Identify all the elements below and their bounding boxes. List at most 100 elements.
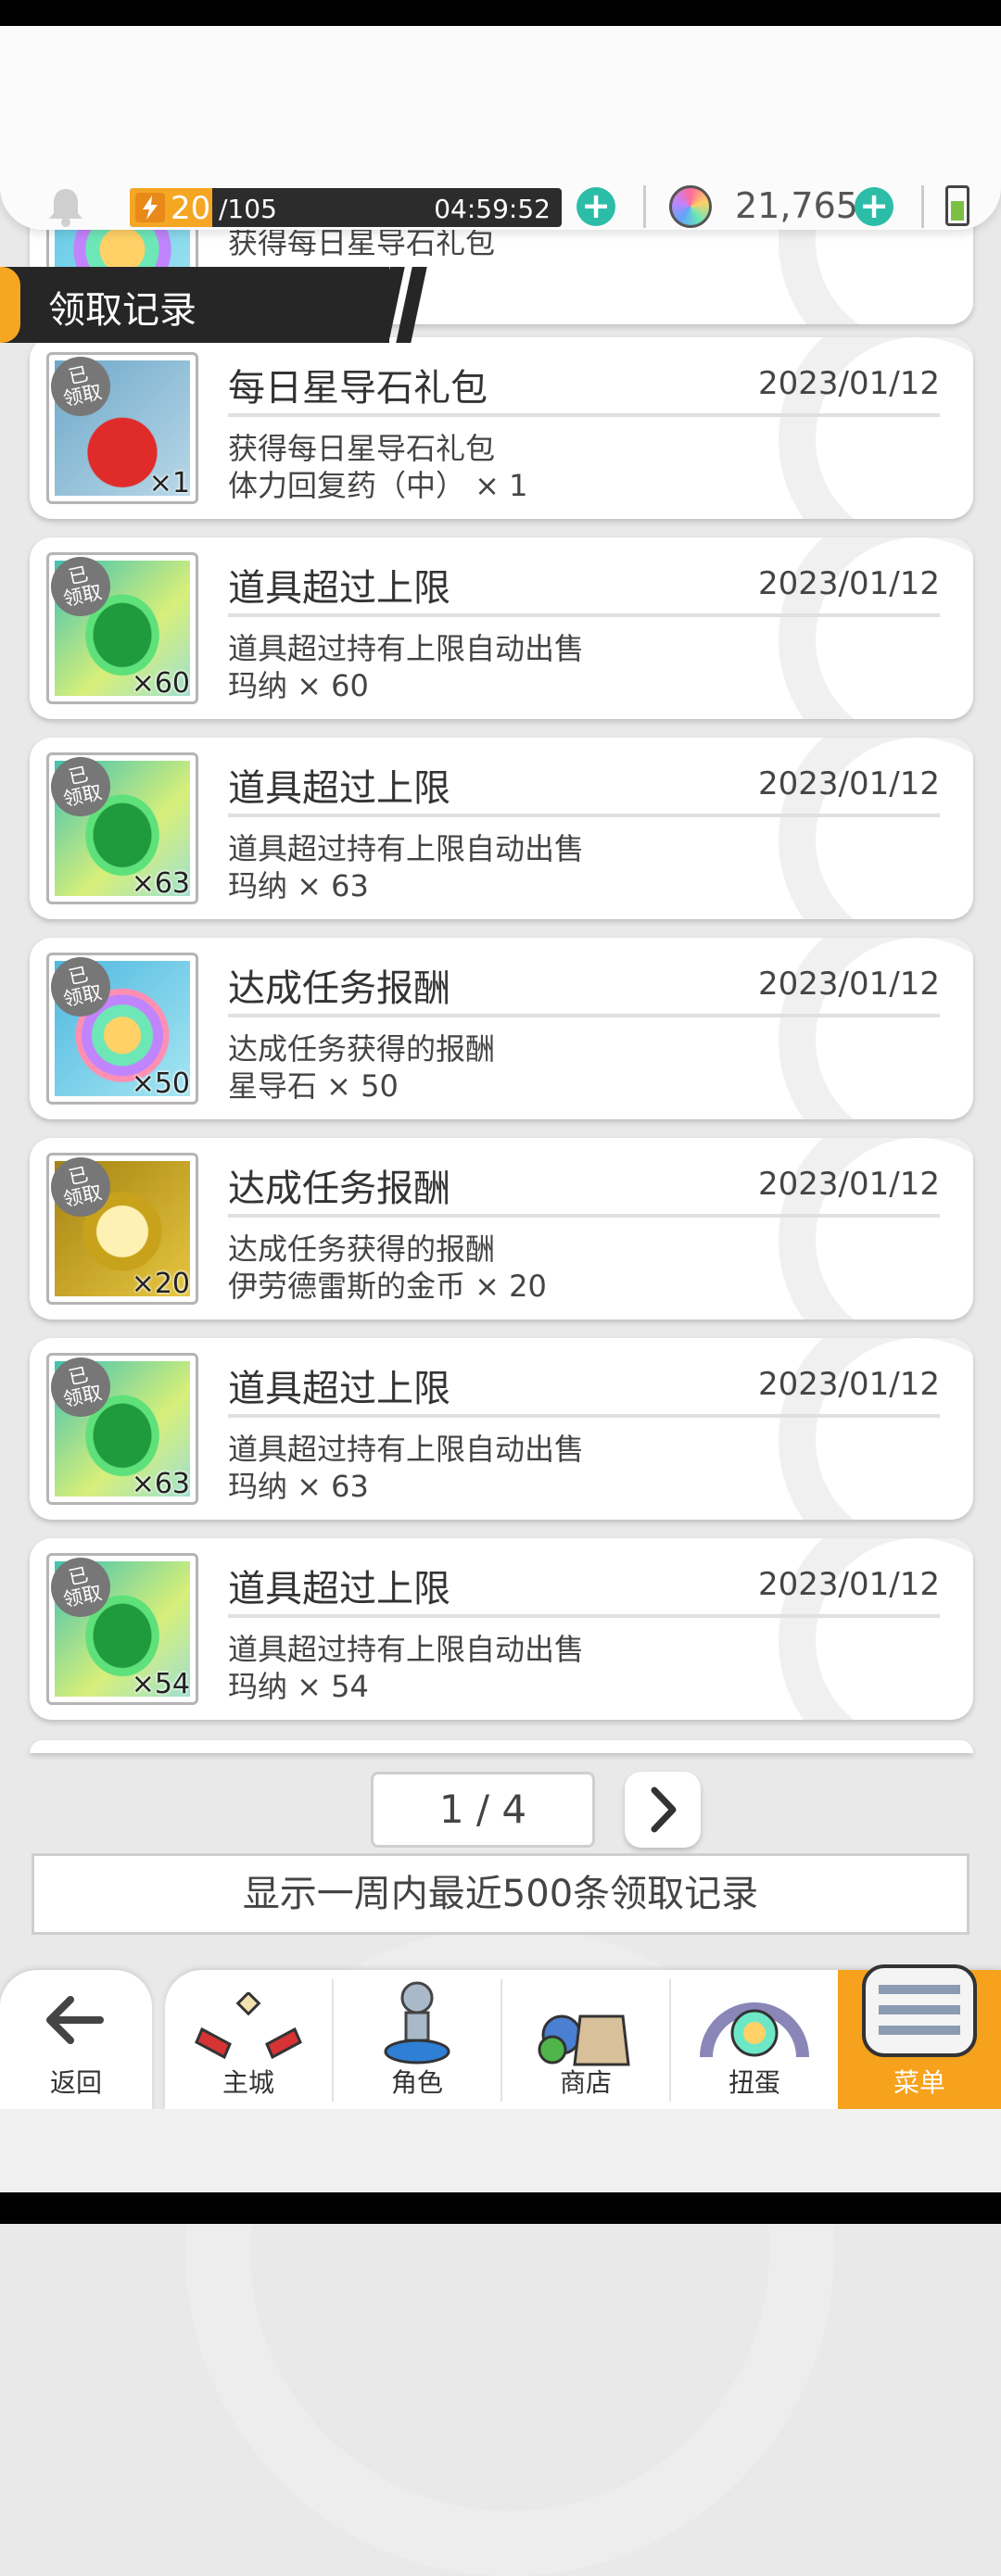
record-desc-line2: 玛纳 × 63 — [228, 1469, 369, 1504]
record-desc-line1: 道具超过持有上限自动出售 — [228, 631, 585, 666]
card-divider — [228, 1214, 940, 1218]
record-card: 已领取 ×50 达成任务报酬 2023/01/12 达成任务获得的报酬 星导石 × 50 — [30, 938, 973, 1119]
character-icon — [384, 1981, 450, 2065]
menu-icon — [862, 1964, 977, 2057]
item-icon-frame[interactable]: 已领取 ×63 — [46, 1353, 198, 1505]
record-desc-line1: 达成任务获得的报酬 — [228, 1031, 496, 1067]
record-card: 已领取 ×60 道具超过上限 2023/01/12 道具超过持有上限自动出售 玛纳 × 6… — [30, 537, 973, 719]
record-desc-line1: 道具超过持有上限自动出售 — [228, 1632, 585, 1667]
record-desc-line2: 体力回复药（中） × 1 — [228, 468, 528, 503]
nav-item-main-city[interactable]: 主城 — [165, 1970, 332, 2111]
banner-accent — [0, 267, 20, 343]
card-divider — [228, 814, 940, 817]
battery-icon — [945, 185, 969, 226]
nav-item-character[interactable]: 角色 — [334, 1970, 500, 2111]
divider — [921, 185, 924, 228]
nav-label: 角色 — [390, 2067, 443, 2098]
bottom-navigation: 返回 主城 角色 商店 扭蛋 菜单 — [0, 1964, 1001, 2111]
record-description: 达成任务获得的报酬 星导石 × 50 — [228, 1030, 495, 1105]
add-gems-button[interactable]: + — [855, 187, 893, 226]
record-desc-line2: 玛纳 × 54 — [228, 1669, 369, 1704]
stamina-max: /105 — [219, 194, 277, 224]
record-title: 道具超过上限 — [228, 1368, 450, 1410]
nav-item-shop[interactable]: 商店 — [502, 1970, 669, 2111]
record-date: 2023/01/12 — [758, 765, 940, 802]
record-desc-line1: 达成任务获得的报酬 — [228, 1231, 496, 1267]
item-icon-frame[interactable]: 已领取 ×60 — [46, 552, 198, 704]
top-resource-bar: 20 /105 04:59:52 + 21,765 + — [0, 26, 1001, 230]
add-stamina-button[interactable]: + — [577, 187, 615, 226]
back-label: 返回 — [49, 2067, 102, 2098]
item-quantity: ×54 — [131, 1668, 190, 1700]
back-button[interactable]: 返回 — [0, 1970, 152, 2111]
record-description: 获得每日星导石礼包 — [228, 225, 496, 260]
nav-label: 商店 — [559, 2067, 612, 2098]
nav-label: 菜单 — [893, 2067, 945, 2098]
record-desc-line1: 获得每日星导石礼包 — [228, 431, 496, 466]
stamina-current: 20 — [171, 190, 211, 227]
gacha-icon — [700, 2002, 809, 2058]
system-navigation-bar — [0, 2192, 1001, 2224]
record-date: 2023/01/12 — [758, 365, 940, 402]
record-desc-line2: 伊劳德雷斯的金币 × 20 — [228, 1269, 547, 1304]
record-description: 道具超过持有上限自动出售 玛纳 × 54 — [228, 1631, 584, 1705]
section-banner: 领取记录 — [0, 267, 427, 343]
chevron-right-icon — [651, 1787, 677, 1833]
record-title: 道具超过上限 — [228, 1568, 450, 1610]
record-title: 达成任务报酬 — [228, 967, 450, 1010]
stamina-timer: 04:59:52 — [434, 194, 551, 224]
shop-bag-icon — [538, 2014, 630, 2066]
divider — [643, 185, 646, 228]
item-icon-frame[interactable]: 已领取 ×20 — [46, 1153, 198, 1305]
record-description: 道具超过持有上限自动出售 玛纳 × 60 — [228, 630, 584, 704]
record-card: 已领取 ×63 道具超过上限 2023/01/12 道具超过持有上限自动出售 玛纳 × 6… — [30, 738, 973, 919]
record-card: 已领取 ×54 道具超过上限 2023/01/12 道具超过持有上限自动出售 玛纳 × 5… — [30, 1538, 973, 1720]
system-status-bar — [0, 0, 1001, 26]
section-title: 领取记录 — [48, 289, 196, 332]
record-desc-line2: 玛纳 × 63 — [228, 868, 369, 903]
record-title: 道具超过上限 — [228, 567, 450, 610]
record-description: 道具超过持有上限自动出售 玛纳 × 63 — [228, 1431, 584, 1505]
record-desc-line1: 道具超过持有上限自动出售 — [228, 1432, 585, 1467]
page-indicator: 1 / 4 — [371, 1772, 595, 1848]
nav-item-menu[interactable]: 菜单 — [838, 1964, 1001, 2111]
arrow-left-icon — [46, 1996, 104, 2044]
item-quantity: ×60 — [131, 667, 190, 700]
record-date: 2023/01/12 — [758, 966, 940, 1003]
record-card: 已领取 ×20 达成任务报酬 2023/01/12 达成任务获得的报酬 伊劳德雷斯的金币 … — [30, 1138, 973, 1320]
card-divider — [228, 1014, 940, 1017]
item-icon-frame[interactable]: 已领取 ×63 — [46, 752, 198, 904]
nav-item-gacha[interactable]: 扭蛋 — [671, 1970, 838, 2111]
item-icon-frame[interactable]: 已领取 ×1 — [46, 352, 198, 504]
record-description: 获得每日星导石礼包 体力回复药（中） × 1 — [228, 430, 528, 504]
record-card: 已领取 ×63 道具超过上限 2023/01/12 道具超过持有上限自动出售 玛纳 × 6… — [30, 1338, 973, 1520]
item-quantity: ×20 — [131, 1268, 190, 1300]
record-date: 2023/01/12 — [758, 1166, 940, 1203]
item-icon-frame[interactable]: 已领取 ×54 — [46, 1553, 198, 1705]
card-divider — [228, 1614, 940, 1618]
record-desc-line2: 星导石 × 50 — [228, 1068, 399, 1104]
record-description: 达成任务获得的报酬 伊劳德雷斯的金币 × 20 — [228, 1231, 547, 1305]
record-card-partial — [30, 1740, 973, 1753]
main-city-icon — [195, 1992, 302, 2060]
record-desc-line1: 道具超过持有上限自动出售 — [228, 831, 585, 866]
record-card: 已领取 ×1 每日星导石礼包 2023/01/12 获得每日星导石礼包 体力回复药（中） … — [30, 337, 973, 519]
nav-strip: 主城 角色 商店 扭蛋 菜单 — [165, 1964, 1001, 2111]
record-date: 2023/01/12 — [758, 1366, 940, 1403]
bell-icon[interactable] — [44, 185, 87, 228]
record-description: 道具超过持有上限自动出售 玛纳 × 63 — [228, 830, 584, 904]
record-title: 每日星导石礼包 — [228, 367, 488, 410]
item-quantity: ×63 — [131, 867, 190, 900]
card-divider — [228, 1414, 940, 1418]
nav-label: 主城 — [222, 2067, 274, 2098]
item-quantity: ×50 — [131, 1067, 190, 1100]
item-quantity: ×63 — [131, 1468, 190, 1500]
item-quantity: ×1 — [148, 467, 190, 499]
card-divider — [228, 413, 940, 417]
record-date: 2023/01/12 — [758, 565, 940, 602]
next-page-button[interactable] — [625, 1772, 701, 1848]
record-date: 2023/01/12 — [758, 1566, 940, 1603]
record-title: 道具超过上限 — [228, 767, 450, 810]
gem-count: 21,765 — [735, 185, 858, 226]
item-icon-frame[interactable]: 已领取 ×50 — [46, 953, 198, 1105]
